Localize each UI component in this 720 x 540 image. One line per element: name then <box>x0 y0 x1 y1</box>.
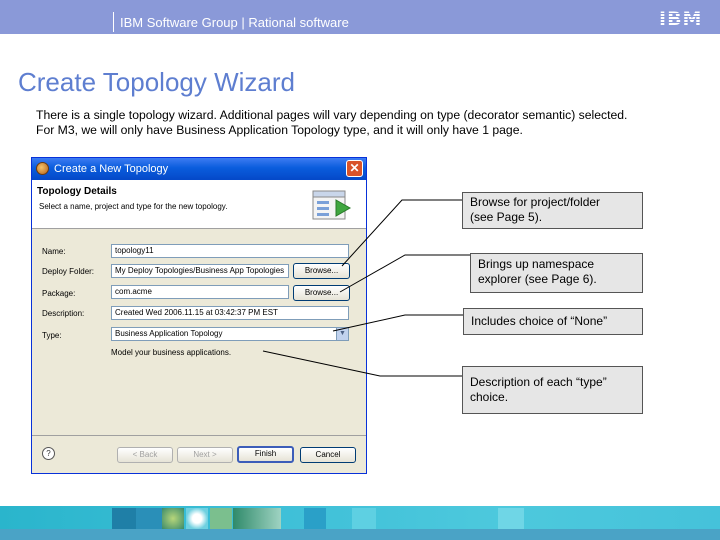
close-button[interactable]: ✕ <box>346 160 363 177</box>
package-browse-button[interactable]: Browse... <box>293 285 350 301</box>
callout-description-line-2: choice. <box>470 390 509 404</box>
callout-namespace-line-2: explorer (see Page 6). <box>478 272 597 286</box>
footer-dot-tile <box>186 508 208 529</box>
callout-namespace-line-1: Brings up namespace <box>478 257 595 271</box>
package-field[interactable]: com.acme <box>111 285 289 299</box>
footer-strip <box>0 529 720 540</box>
callout-browse-line-2: (see Page 5). <box>470 210 543 224</box>
slide: IBM Software Group | Rational software I… <box>0 0 720 540</box>
type-combo[interactable]: Business Application Topology ▼ <box>111 327 349 341</box>
footer-light-tile <box>352 508 376 529</box>
type-label: Type: <box>42 331 62 340</box>
header-group-text: IBM Software Group | Rational software <box>120 15 349 30</box>
topology-wizard-icon <box>312 190 352 220</box>
footer-spiral-tile <box>162 508 184 529</box>
footer-divider <box>32 435 366 436</box>
package-label: Package: <box>42 289 76 298</box>
next-button[interactable]: Next > <box>177 447 233 463</box>
slide-title: Create Topology Wizard <box>18 67 295 97</box>
dialog-titlebar[interactable]: Create a New Topology ✕ <box>32 158 366 180</box>
banner-description: Select a name, project and type for the … <box>39 202 228 211</box>
callout-browse: Browse for project/folder (see Page 5). <box>462 192 643 229</box>
deploy-folder-browse-button[interactable]: Browse... <box>293 263 350 279</box>
description-field[interactable]: Created Wed 2006.11.15 at 03:42:37 PM ES… <box>111 306 349 320</box>
back-button[interactable]: < Back <box>117 447 173 463</box>
name-field[interactable]: topology11 <box>111 244 349 258</box>
footer-silhouette-tile <box>233 508 281 529</box>
help-icon[interactable]: ? <box>42 447 55 460</box>
slide-body: There is a single topology wizard. Addit… <box>36 108 627 138</box>
deploy-folder-field[interactable]: My Deploy Topologies/Business App Topolo… <box>111 264 289 278</box>
name-label: Name: <box>42 247 66 256</box>
chevron-down-icon[interactable]: ▼ <box>336 328 348 340</box>
callout-description: Description of each “type” choice. <box>462 366 643 414</box>
banner-title: Topology Details <box>37 186 117 197</box>
dialog-banner: Topology Details Select a name, project … <box>32 180 366 229</box>
type-help-text: Model your business applications. <box>111 348 232 357</box>
footer-blocks-tile <box>304 508 326 529</box>
deploy-folder-label: Deploy Folder: <box>42 267 95 276</box>
dialog-title: Create a New Topology <box>54 163 169 175</box>
type-combo-value: Business Application Topology <box>115 329 223 338</box>
header-band: IBM Software Group | Rational software I… <box>0 0 720 34</box>
callout-browse-line-1: Browse for project/folder <box>470 195 601 209</box>
callout-none-line-1: Includes choice of “None” <box>471 314 608 328</box>
footer-pattern-tile <box>136 508 162 529</box>
body-line-2: For M3, we will only have Business Appli… <box>36 123 523 137</box>
callout-description-line-1: Description of each “type” <box>470 375 607 389</box>
eclipse-icon <box>36 162 49 175</box>
footer-people-tile <box>112 508 136 529</box>
callout-none-choice: Includes choice of “None” <box>463 308 643 335</box>
ibm-logo: IBM <box>659 8 703 30</box>
description-label: Description: <box>42 309 85 318</box>
body-line-1: There is a single topology wizard. Addit… <box>36 108 628 122</box>
cancel-button[interactable]: Cancel <box>300 447 356 463</box>
finish-button[interactable]: Finish <box>237 446 294 463</box>
footer-green-tile <box>210 508 232 529</box>
create-topology-dialog: Create a New Topology ✕ Topology Details… <box>31 157 367 474</box>
header-separator <box>113 12 114 32</box>
callout-namespace: Brings up namespace explorer (see Page 6… <box>470 253 643 293</box>
footer-light-tile-2 <box>498 508 524 529</box>
